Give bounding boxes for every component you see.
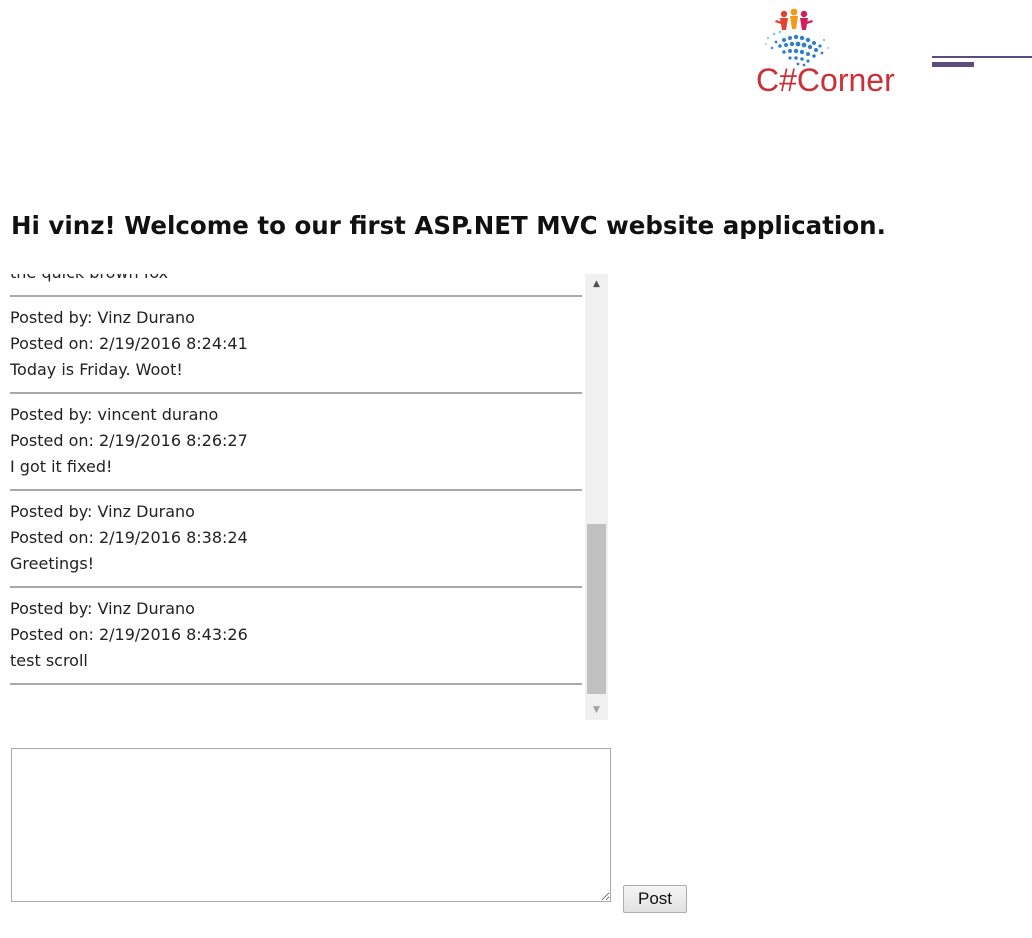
message-posted-by: Posted by: Vinz Durano [10,308,195,327]
message-text: test scroll [10,651,88,670]
message-posted-on: Posted on: 2/19/2016 8:38:24 [10,528,248,547]
message-posted-on: Posted on: 2/19/2016 8:43:26 [10,625,248,644]
scroll-up-arrow-icon[interactable]: ▲ [585,274,608,294]
logo-text: C#Corner [756,62,895,98]
scrollbar-thumb[interactable] [587,524,606,694]
message-list-content: the quick brown fox Posted by: Vinz Dura… [10,274,582,685]
logo-divider-accent [932,62,974,67]
logo-globe-icon [765,8,829,67]
message-input[interactable] [11,748,611,902]
logo-divider-line [932,56,1032,58]
message-text: the quick brown fox [10,274,582,286]
message-item: Posted by: Vinz Durano Posted on: 2/19/2… [10,588,582,685]
message-posted-by: Posted by: vincent durano [10,405,219,424]
message-text: I got it fixed! [10,457,113,476]
post-button[interactable]: Post [623,885,687,913]
message-list[interactable]: the quick brown fox Posted by: Vinz Dura… [10,274,608,720]
message-posted-on: Posted on: 2/19/2016 8:24:41 [10,334,248,353]
csharp-corner-logo[interactable]: C#Corner [752,4,1032,104]
message-posted-on: Posted on: 2/19/2016 8:26:27 [10,431,248,450]
message-posted-by: Posted by: Vinz Durano [10,502,195,521]
message-list-scrollbar[interactable]: ▲ ▼ [585,274,608,720]
message-item: Posted by: Vinz Durano Posted on: 2/19/2… [10,491,582,588]
message-item: the quick brown fox [10,274,582,297]
page-title: Hi vinz! Welcome to our first ASP.NET MV… [11,211,886,240]
message-posted-by: Posted by: Vinz Durano [10,599,195,618]
message-item: Posted by: vincent durano Posted on: 2/1… [10,394,582,491]
message-text: Greetings! [10,554,95,573]
message-text: Today is Friday. Woot! [10,360,183,379]
message-item: Posted by: Vinz Durano Posted on: 2/19/2… [10,297,582,394]
scroll-down-arrow-icon[interactable]: ▼ [585,700,608,720]
